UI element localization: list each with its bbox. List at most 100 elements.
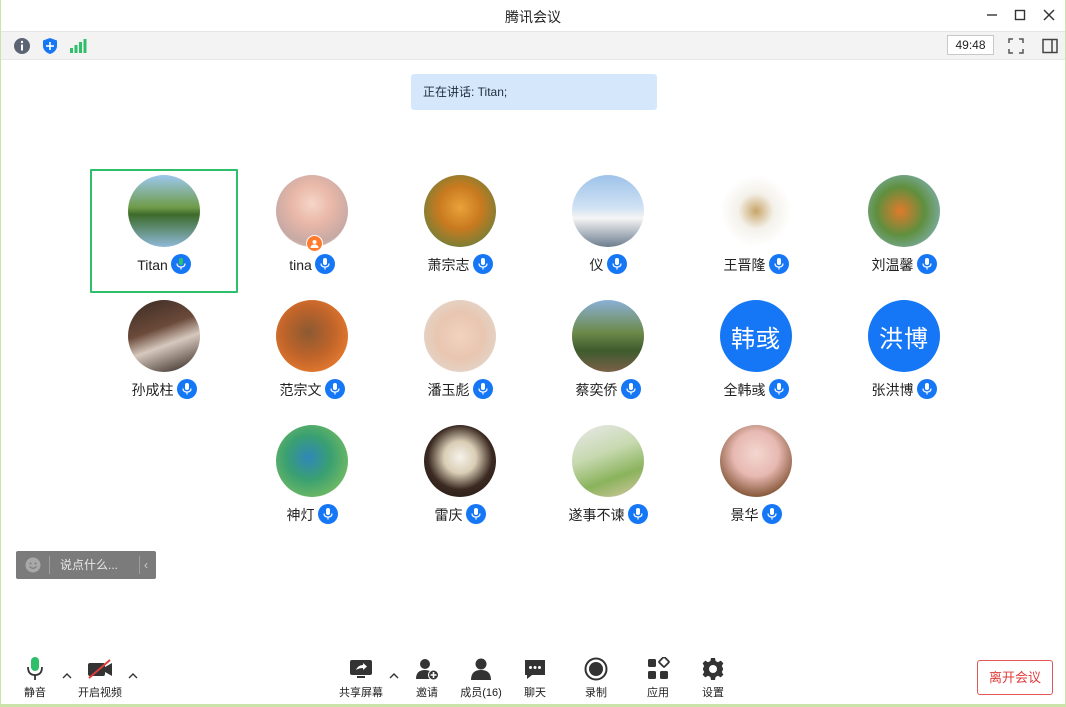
participant-tile[interactable]: Titan [90,169,238,293]
participant-tile[interactable]: 萧宗志 [386,169,534,293]
avatar [276,300,348,372]
start-video-button[interactable]: 开启视频 [75,656,125,704]
record-button[interactable]: 录制 [580,656,612,704]
avatar [572,175,644,247]
host-badge-icon [306,235,323,252]
avatar [720,425,792,497]
members-label: 成员(16) [460,687,502,699]
participant-tile[interactable]: 景华 [682,419,830,543]
divider [139,556,140,574]
mic-icon [606,254,627,274]
chevron-up-icon[interactable] [61,670,73,682]
participant-name-row: 范宗文 [238,379,386,400]
mic-icon [627,504,648,524]
video-label: 开启视频 [78,687,122,699]
chat-input[interactable]: 说点什么... ‹ [16,551,156,579]
maximize-button[interactable] [1008,4,1032,26]
emoji-icon[interactable] [25,557,41,573]
participant-tile[interactable]: 范宗文 [238,294,386,418]
participant-tile[interactable]: 洪博 张洪博 [830,294,978,418]
sidebar-layout-icon[interactable] [1041,37,1059,55]
participant-tile[interactable]: 韩彧 全韩彧 [682,294,830,418]
apps-icon [648,657,670,679]
mic-icon [176,379,197,399]
participant-name: 潘玉彪 [427,382,470,398]
participant-tile[interactable]: 雷庆 [386,419,534,543]
mic-icon [768,379,789,399]
add-user-icon [416,659,439,681]
status-bar: 49:48 [1,31,1065,60]
chevron-up-icon[interactable] [388,670,400,682]
mic-icon [324,379,345,399]
participant-name: 蔡奕侨 [575,382,618,398]
share-label: 共享屏幕 [339,687,383,699]
minimize-button[interactable] [980,4,1004,26]
meeting-window: 腾讯会议 49:48 正在讲话: Titan; Titan tina 萧宗志 仪… [0,0,1066,707]
close-button[interactable] [1037,4,1061,26]
participant-name: 萧宗志 [427,257,470,273]
participant-name-row: Titan [92,254,236,274]
chat-button[interactable]: 聊天 [519,656,551,704]
avatar [720,175,792,247]
participant-name: Titan [137,257,168,273]
participant-name-row: 刘温馨 [830,254,978,275]
members-button[interactable]: 成员(16) [457,656,505,704]
avatar [424,175,496,247]
avatar [868,175,940,247]
fullscreen-icon[interactable] [1007,37,1025,55]
avatar [572,425,644,497]
participant-name: 全韩彧 [723,382,766,398]
mute-button[interactable]: 静音 [19,656,51,704]
share-screen-button[interactable]: 共享屏幕 [335,656,387,704]
mic-icon [768,254,789,274]
avatar [572,300,644,372]
settings-button[interactable]: 设置 [697,656,729,704]
avatar [276,425,348,497]
participant-tile[interactable]: 王晋隆 [682,169,830,293]
participant-name: 孙成柱 [131,382,174,398]
apps-label: 应用 [647,687,669,699]
chat-placeholder: 说点什么... [60,558,119,572]
invite-button[interactable]: 邀请 [411,656,443,704]
participant-name-row: 蔡奕侨 [534,379,682,400]
participant-tile[interactable]: 潘玉彪 [386,294,534,418]
chevron-up-icon[interactable] [127,670,139,682]
participant-tile[interactable]: 仪 [534,169,682,293]
collapse-chevron-icon[interactable]: ‹ [144,557,154,573]
signal-icon[interactable] [69,37,87,55]
participant-name-row: 雷庆 [386,504,534,525]
shield-icon[interactable] [41,37,59,55]
mic-icon [916,379,937,399]
apps-button[interactable]: 应用 [642,656,674,704]
avatar: 洪博 [868,300,940,372]
avatar: 韩彧 [720,300,792,372]
gear-icon [702,658,724,680]
participant-tile[interactable]: 神灯 [238,419,386,543]
chat-icon [525,660,545,679]
mic-icon [472,379,493,399]
participant-name-row: 萧宗志 [386,254,534,275]
avatar-initials: 韩彧 [720,300,792,372]
participant-name: 王晋隆 [723,257,766,273]
participant-tile[interactable]: 孙成柱 [90,294,238,418]
meeting-timer: 49:48 [947,35,994,55]
microphone-icon [27,657,43,680]
avatar [128,300,200,372]
participant-tile[interactable]: 刘温馨 [830,169,978,293]
leave-meeting-button[interactable]: 离开会议 [977,660,1053,695]
settings-label: 设置 [702,687,724,699]
participant-tile[interactable]: 遂事不谏 [534,419,682,543]
speaking-indicator: 正在讲话: Titan; [411,74,657,110]
participant-tile[interactable]: tina [238,169,386,293]
participant-name-row: 景华 [682,504,830,525]
participant-name-row: 全韩彧 [682,379,830,400]
participant-name: 仪 [589,257,604,273]
maximize-icon [1014,9,1026,21]
share-screen-icon [350,660,372,678]
info-icon[interactable] [13,37,31,55]
members-icon [471,658,491,680]
record-label: 录制 [585,687,607,699]
participant-tile[interactable]: 蔡奕侨 [534,294,682,418]
participant-name: 遂事不谏 [568,507,625,523]
mic-speaking-icon [170,254,191,274]
